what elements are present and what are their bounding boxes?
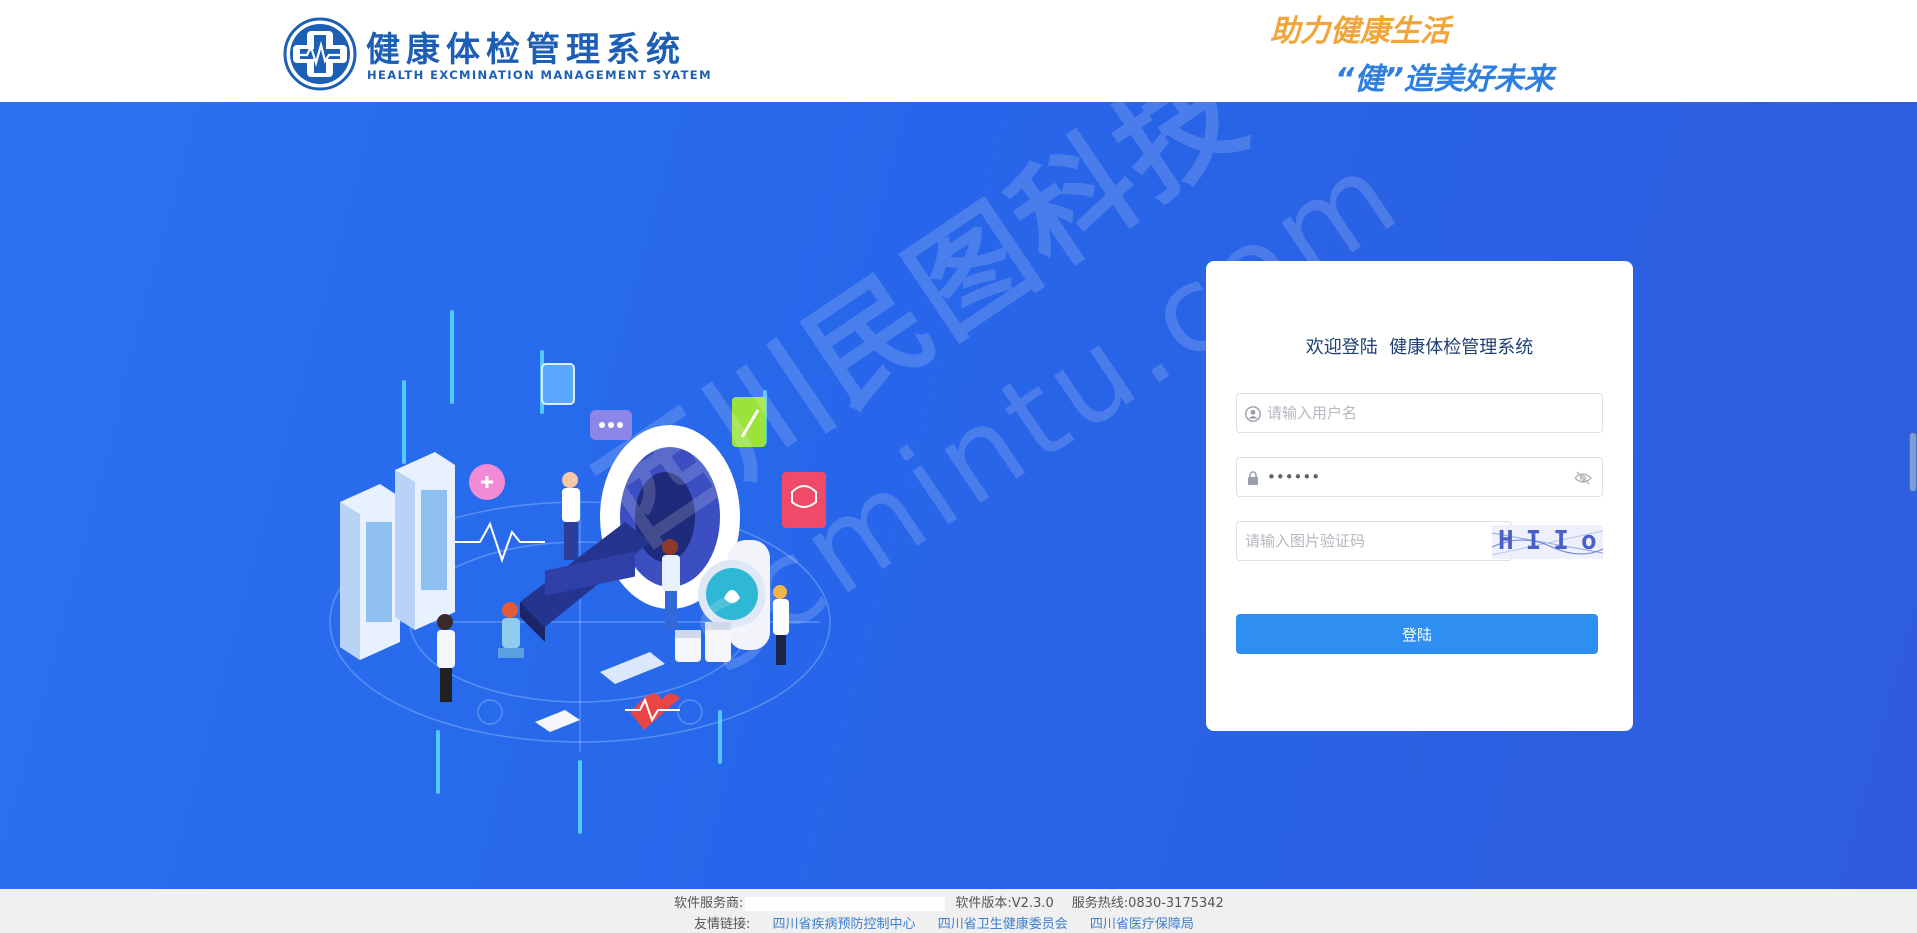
scrollbar-thumb[interactable]	[1909, 432, 1917, 492]
lock-icon	[1248, 471, 1258, 485]
links-label: 友情链接:	[694, 917, 751, 932]
link-health-commission[interactable]: 四川省卫生健康委员会	[938, 917, 1068, 932]
provider-label: 软件服务商:	[674, 896, 744, 911]
login-title: 欢迎登陆 健康体检管理系统	[1305, 337, 1534, 358]
medical-cross-logo	[283, 17, 357, 91]
captcha-input[interactable]	[1245, 522, 1500, 560]
footer-info: 软件服务商: 软件版本:V2.3.0 服务热线:0830-3175342	[674, 892, 1224, 911]
footer: 软件服务商: 软件版本:V2.3.0 服务热线:0830-3175342 友情链接:…	[0, 889, 1917, 933]
brand-subtitle: HEALTH EXCMINATION MANAGEMENT SYATEM	[367, 68, 712, 82]
login-card: 欢迎登陆 健康体检管理系统 HIIo 登陆	[1206, 261, 1633, 731]
slogan-line-2: “健”造美好未来	[1335, 62, 1554, 97]
link-cdc[interactable]: 四川省疾病预防控制中心	[773, 917, 916, 932]
eye-off-icon[interactable]	[1574, 470, 1592, 486]
link-medical-security[interactable]: 四川省医疗保障局	[1090, 917, 1194, 932]
captcha-field[interactable]	[1236, 521, 1512, 561]
captcha-image[interactable]: HIIo	[1492, 525, 1603, 559]
password-input[interactable]	[1267, 458, 1567, 496]
header: 健康体检管理系统 HEALTH EXCMINATION MANAGEMENT S…	[0, 0, 1917, 102]
medical-illustration	[329, 310, 831, 834]
brand-title: 健康体检管理系统	[366, 30, 686, 70]
password-field[interactable]	[1236, 457, 1603, 497]
provider-redacted	[745, 896, 946, 911]
login-button[interactable]: 登陆	[1236, 614, 1598, 654]
footer-links: 友情链接: 四川省疾病预防控制中心 四川省卫生健康委员会 四川省医疗保障局	[694, 913, 1212, 932]
version-text: 软件版本:V2.3.0	[955, 896, 1054, 911]
hotline-text: 服务热线:0830-3175342	[1071, 896, 1224, 911]
captcha-text: HIIo	[1498, 526, 1603, 556]
slogan-line-1: 助力健康生活	[1270, 14, 1450, 49]
username-field[interactable]	[1236, 393, 1603, 433]
user-icon	[1245, 406, 1261, 422]
username-input[interactable]	[1267, 394, 1567, 432]
